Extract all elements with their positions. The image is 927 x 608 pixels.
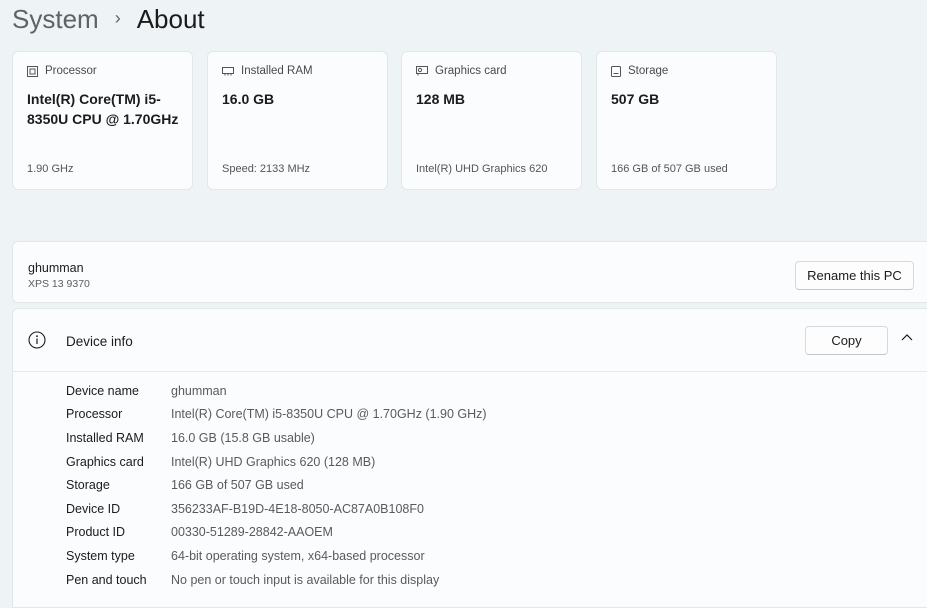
info-label: Processor: [66, 407, 123, 422]
spec-card-label: Installed RAM: [241, 65, 313, 77]
info-value: Intel(R) Core(TM) i5-8350U CPU @ 1.70GHz…: [171, 407, 487, 422]
pc-name: ghumman: [28, 261, 84, 275]
spec-card-header: Storage: [611, 65, 668, 77]
rename-pc-button[interactable]: Rename this PC: [795, 261, 914, 290]
spec-card-detail: 1.90 GHz: [27, 163, 74, 175]
info-icon: [28, 331, 46, 349]
storage-icon: [611, 65, 621, 77]
device-info-header[interactable]: Device info Copy: [13, 309, 927, 372]
info-value: 16.0 GB (15.8 GB usable): [171, 430, 315, 445]
spec-card-detail: Speed: 2133 MHz: [222, 163, 311, 175]
spec-card-ram: Installed RAM 16.0 GB Speed: 2133 MHz: [207, 51, 388, 190]
spec-card-value: 16.0 GB: [222, 91, 275, 107]
spec-card-label: Processor: [45, 65, 97, 77]
info-value: Intel(R) UHD Graphics 620 (128 MB): [171, 454, 376, 469]
spec-card-detail: 166 GB of 507 GB used: [611, 163, 728, 175]
info-row-device-id: Device ID 356233AF-B19D-4E18-8050-AC87A0…: [66, 497, 487, 521]
info-label: Device name: [66, 383, 139, 398]
processor-icon: [27, 65, 38, 77]
info-value: No pen or touch input is available for t…: [171, 572, 440, 587]
info-label: Device ID: [66, 501, 121, 516]
info-value: 166 GB of 507 GB used: [171, 478, 304, 493]
ram-icon: [222, 67, 234, 76]
info-value: 64-bit operating system, x64-based proce…: [171, 548, 425, 563]
info-label: Product ID: [66, 525, 126, 540]
spec-card-value: Intel(R) Core(TM) i5-8350U CPU @ 1.70GHz: [27, 91, 179, 127]
info-value: 00330-51289-28842-AAOEM: [171, 525, 333, 540]
info-row-installed-ram: Installed RAM 16.0 GB (15.8 GB usable): [66, 426, 487, 450]
info-label: System type: [66, 548, 135, 563]
spec-card-detail: Intel(R) UHD Graphics 620: [416, 163, 548, 175]
spec-card-header: Installed RAM: [222, 65, 313, 77]
breadcrumb-system-link[interactable]: System: [12, 4, 99, 35]
info-row-graphics-card: Graphics card Intel(R) UHD Graphics 620 …: [66, 450, 487, 474]
info-row-system-type: System type 64-bit operating system, x64…: [66, 544, 487, 568]
info-value: ghumman: [171, 383, 227, 398]
info-label: Pen and touch: [66, 572, 147, 587]
page-title: About: [136, 3, 205, 34]
copy-button[interactable]: Copy: [805, 326, 888, 355]
chevron-up-icon[interactable]: [900, 333, 914, 343]
info-label: Storage: [66, 478, 110, 493]
info-row-storage: Storage 166 GB of 507 GB used: [66, 473, 487, 497]
spec-card-header: Processor: [27, 65, 97, 77]
device-info-panel: Device info Copy Device name ghumman Pro…: [12, 308, 927, 608]
spec-card-value: 507 GB: [611, 91, 660, 107]
info-row-processor: Processor Intel(R) Core(TM) i5-8350U CPU…: [66, 403, 487, 427]
spec-card-graphics: Graphics card 128 MB Intel(R) UHD Graphi…: [401, 51, 582, 190]
spec-card-storage: Storage 507 GB 166 GB of 507 GB used: [596, 51, 777, 190]
info-label: Graphics card: [66, 454, 144, 469]
pc-model: XPS 13 9370: [28, 278, 90, 290]
spec-card-processor: Processor Intel(R) Core(TM) i5-8350U CPU…: [12, 51, 193, 190]
info-row-device-name: Device name ghumman: [66, 379, 487, 403]
device-info-title: Device info: [66, 334, 133, 349]
spec-card-value: 128 MB: [416, 91, 466, 107]
info-row-product-id: Product ID 00330-51289-28842-AAOEM: [66, 521, 487, 545]
pc-name-row: ghumman XPS 13 9370 Rename this PC: [12, 241, 927, 303]
spec-card-header: Graphics card: [416, 65, 507, 77]
info-value: 356233AF-B19D-4E18-8050-AC87A0B108F0: [171, 501, 424, 516]
info-row-pen-and-touch: Pen and touch No pen or touch input is a…: [66, 568, 487, 592]
spec-card-label: Storage: [628, 65, 669, 77]
spec-card-label: Graphics card: [435, 65, 507, 77]
device-info-table: Device name ghumman Processor Intel(R) C…: [66, 379, 487, 591]
graphics-card-icon: [416, 66, 428, 76]
info-label: Installed RAM: [66, 430, 144, 445]
breadcrumb-separator: ›: [114, 7, 121, 28]
breadcrumb: System › About: [12, 2, 205, 36]
